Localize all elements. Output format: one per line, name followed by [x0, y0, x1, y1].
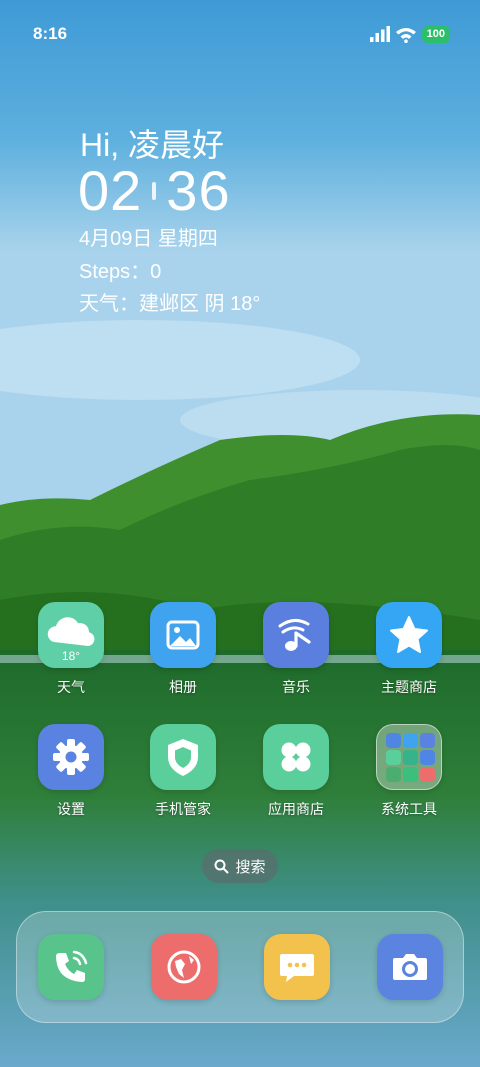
app-gallery[interactable]: 相册	[138, 602, 228, 697]
mini-app-icon	[403, 767, 418, 782]
app-weather[interactable]: 18° 天气	[26, 602, 116, 697]
music-app-icon	[263, 602, 329, 668]
search-button[interactable]: 搜索	[202, 849, 278, 883]
mini-app-icon	[420, 733, 435, 748]
message-icon	[280, 954, 314, 982]
battery-icon: 100	[421, 25, 450, 43]
dock-browser-button[interactable]	[151, 934, 217, 1000]
status-time: 8:16	[33, 24, 68, 43]
app-app-store[interactable]: 应用商店	[251, 724, 341, 819]
settings-app-icon	[38, 724, 104, 790]
app-label: 主题商店	[381, 679, 437, 695]
folder-system-tools[interactable]: 系统工具	[364, 724, 454, 819]
music-note-icon	[278, 619, 311, 651]
search-label: 搜索	[235, 858, 266, 876]
weather-temp: 18°	[61, 649, 81, 663]
clover-icon	[281, 742, 311, 772]
clock-widget[interactable]: 02 36	[78, 158, 231, 223]
app-label: 设置	[57, 801, 85, 817]
app-label: 系统工具	[381, 801, 437, 817]
gallery-app-icon	[150, 602, 216, 668]
app-settings[interactable]: 设置	[26, 724, 116, 819]
mini-app-icon	[420, 750, 435, 765]
app-store-app-icon	[263, 724, 329, 790]
clock-hour: 02	[78, 159, 143, 222]
app-label: 应用商店	[268, 801, 324, 817]
status-bar: 8:16 100	[0, 0, 480, 68]
folder-icon	[376, 724, 442, 790]
app-label: 天气	[57, 679, 85, 695]
weather-app-icon: 18°	[38, 602, 104, 668]
star-icon	[390, 616, 428, 653]
app-label: 音乐	[282, 679, 310, 695]
clock-minute: 36	[166, 159, 231, 222]
globe-icon	[167, 950, 201, 984]
steps-text: Steps：0	[79, 261, 162, 283]
dock	[16, 911, 464, 1023]
phone-manager-app-icon	[150, 724, 216, 790]
app-music[interactable]: 音乐	[251, 602, 341, 697]
phone-icon	[56, 950, 88, 982]
signal-icon	[369, 26, 390, 42]
app-label: 手机管家	[155, 801, 211, 817]
mini-app-icon	[403, 733, 418, 748]
wifi-icon	[395, 27, 416, 43]
camera-icon	[393, 954, 427, 980]
gear-icon	[53, 739, 89, 775]
weather-text: 天气：建邺区 阴 18°	[79, 293, 261, 315]
date-text: 4月09日 星期四	[79, 228, 218, 250]
app-theme-store[interactable]: 主题商店	[364, 602, 454, 697]
dock-messages-button[interactable]	[264, 934, 330, 1000]
dock-phone-button[interactable]	[38, 934, 104, 1000]
mini-app-icon	[420, 767, 435, 782]
status-icons: 100	[369, 24, 450, 44]
app-phone-manager[interactable]: 手机管家	[138, 724, 228, 819]
search-icon	[214, 859, 229, 873]
app-label: 相册	[169, 679, 197, 695]
theme-store-app-icon	[376, 602, 442, 668]
mini-app-icon	[386, 767, 401, 782]
mini-app-icon	[386, 750, 401, 765]
clock-separator	[152, 181, 157, 200]
mini-app-icon	[386, 733, 401, 748]
image-icon	[166, 620, 200, 650]
wallpaper	[0, 0, 480, 1067]
mini-app-icon	[403, 750, 418, 765]
dock-camera-button[interactable]	[377, 934, 443, 1000]
shield-icon	[168, 739, 198, 776]
